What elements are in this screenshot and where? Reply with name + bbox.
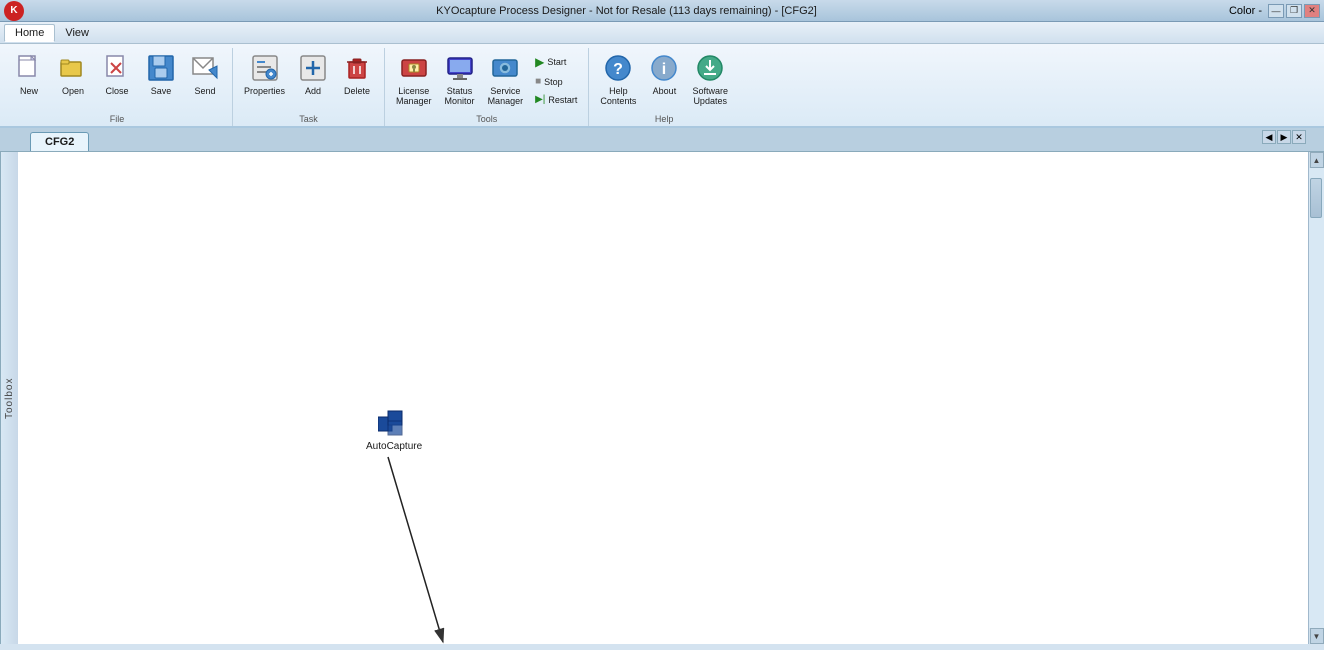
ribbon-group-task: Properties Add Delete Task (237, 48, 385, 126)
send-icon (189, 52, 221, 84)
menu-bar: Home View (0, 22, 1324, 44)
restore-button[interactable]: ❐ (1286, 4, 1302, 18)
open-icon (57, 52, 89, 84)
menu-home[interactable]: Home (4, 24, 55, 42)
status-monitor-icon (444, 52, 476, 84)
send-button[interactable]: Send (184, 48, 226, 100)
svg-text:?: ? (614, 61, 624, 78)
stop-icon: ■ (535, 76, 541, 87)
help-group-label: Help (595, 112, 733, 126)
ribbon-group-tools: LicenseManager StatusMonitor ServiceMana… (389, 48, 589, 126)
color-label: Color - (1229, 5, 1262, 17)
service-manager-label: ServiceManager (488, 86, 524, 106)
send-label: Send (194, 86, 215, 96)
start-label: Start (547, 57, 566, 67)
license-manager-label: LicenseManager (396, 86, 432, 106)
close-button-ribbon[interactable]: Close (96, 48, 138, 100)
scroll-track[interactable] (1309, 168, 1324, 628)
help-contents-icon: ? (602, 52, 634, 84)
tab-next-button[interactable]: ▶ (1277, 130, 1291, 144)
software-updates-icon (694, 52, 726, 84)
title-controls: Color - — ❐ ✕ (1229, 4, 1320, 18)
tools-group-label: Tools (391, 112, 582, 126)
tab-close-button[interactable]: ✕ (1292, 130, 1306, 144)
properties-button[interactable]: Properties (239, 48, 290, 100)
ribbon-group-file: New Open Close (6, 48, 233, 126)
autocapture-icon (378, 407, 410, 439)
restart-button[interactable]: ▶| Restart (530, 91, 582, 108)
close-label: Close (105, 86, 128, 96)
vertical-scrollbar: ▲ ▼ (1308, 152, 1324, 644)
restart-icon: ▶| (535, 94, 545, 105)
ribbon-group-help: ? HelpContents i About SoftwareUpdates (593, 48, 739, 126)
save-button[interactable]: Save (140, 48, 182, 100)
multi-router-node[interactable]: Multi Router (703, 642, 757, 644)
software-updates-label: SoftwareUpdates (692, 86, 728, 106)
new-icon (13, 52, 45, 84)
delete-icon (341, 52, 373, 84)
scroll-thumb[interactable] (1310, 178, 1322, 218)
open-button[interactable]: Open (52, 48, 94, 100)
title-bar: K KYOcapture Process Designer - Not for … (0, 0, 1324, 22)
add-button[interactable]: Add (292, 48, 334, 100)
new-label: New (20, 86, 38, 96)
license-manager-button[interactable]: LicenseManager (391, 48, 437, 110)
service-manager-button[interactable]: ServiceManager (483, 48, 529, 110)
svg-text:i: i (662, 61, 666, 78)
autocapture-label: AutoCapture (366, 441, 422, 452)
canvas-container: AutoCapture Outlook MSG Loader (18, 152, 1308, 644)
service-manager-icon (489, 52, 521, 84)
file-group-label: File (8, 112, 226, 126)
license-manager-icon (398, 52, 430, 84)
about-button[interactable]: i About (643, 48, 685, 100)
tab-bar: ◀ ▶ ✕ CFG2 (0, 128, 1324, 152)
task-group-label: Task (239, 112, 378, 126)
about-label: About (653, 86, 677, 96)
minimize-button[interactable]: — (1268, 4, 1284, 18)
new-button[interactable]: New (8, 48, 50, 100)
help-contents-button[interactable]: ? HelpContents (595, 48, 641, 110)
scroll-up-button[interactable]: ▲ (1310, 152, 1324, 168)
delete-button[interactable]: Delete (336, 48, 378, 100)
tab-cfg2[interactable]: CFG2 (30, 132, 89, 151)
scroll-down-button[interactable]: ▼ (1310, 628, 1324, 644)
save-label: Save (151, 86, 172, 96)
delete-label: Delete (344, 86, 370, 96)
toolbox-label: Toolbox (4, 377, 15, 418)
canvas[interactable]: AutoCapture Outlook MSG Loader (18, 152, 1308, 644)
add-icon (297, 52, 329, 84)
save-icon (145, 52, 177, 84)
arrow-canvas (18, 152, 1308, 644)
start-icon: ▶ (535, 55, 544, 69)
add-label: Add (305, 86, 321, 96)
close-icon (101, 52, 133, 84)
main-area: Toolbox (0, 152, 1324, 644)
properties-icon (249, 52, 281, 84)
restart-label: Restart (548, 95, 577, 105)
close-button[interactable]: ✕ (1304, 4, 1320, 18)
software-updates-button[interactable]: SoftwareUpdates (687, 48, 733, 110)
help-contents-label: HelpContents (600, 86, 636, 106)
start-button[interactable]: ▶ Start (530, 52, 582, 72)
properties-label: Properties (244, 86, 285, 96)
multi-router-icon (714, 642, 746, 644)
stop-button[interactable]: ■ Stop (530, 73, 582, 90)
menu-view[interactable]: View (55, 25, 99, 41)
autocapture-node[interactable]: AutoCapture (366, 407, 422, 452)
status-monitor-button[interactable]: StatusMonitor (439, 48, 481, 110)
window-title: KYOcapture Process Designer - Not for Re… (24, 5, 1229, 17)
ribbon: New Open Close (0, 44, 1324, 128)
about-icon: i (648, 52, 680, 84)
toolbox[interactable]: Toolbox (0, 152, 18, 644)
tab-nav-buttons: ◀ ▶ ✕ (1260, 128, 1308, 146)
service-controls: ▶ Start ■ Stop ▶| Restart (530, 48, 582, 108)
tab-prev-button[interactable]: ◀ (1262, 130, 1276, 144)
title-icon: K (4, 1, 24, 21)
open-label: Open (62, 86, 84, 96)
arrow-autocapture-to-outlook (388, 457, 443, 642)
stop-label: Stop (544, 77, 563, 87)
status-monitor-label: StatusMonitor (445, 86, 475, 106)
